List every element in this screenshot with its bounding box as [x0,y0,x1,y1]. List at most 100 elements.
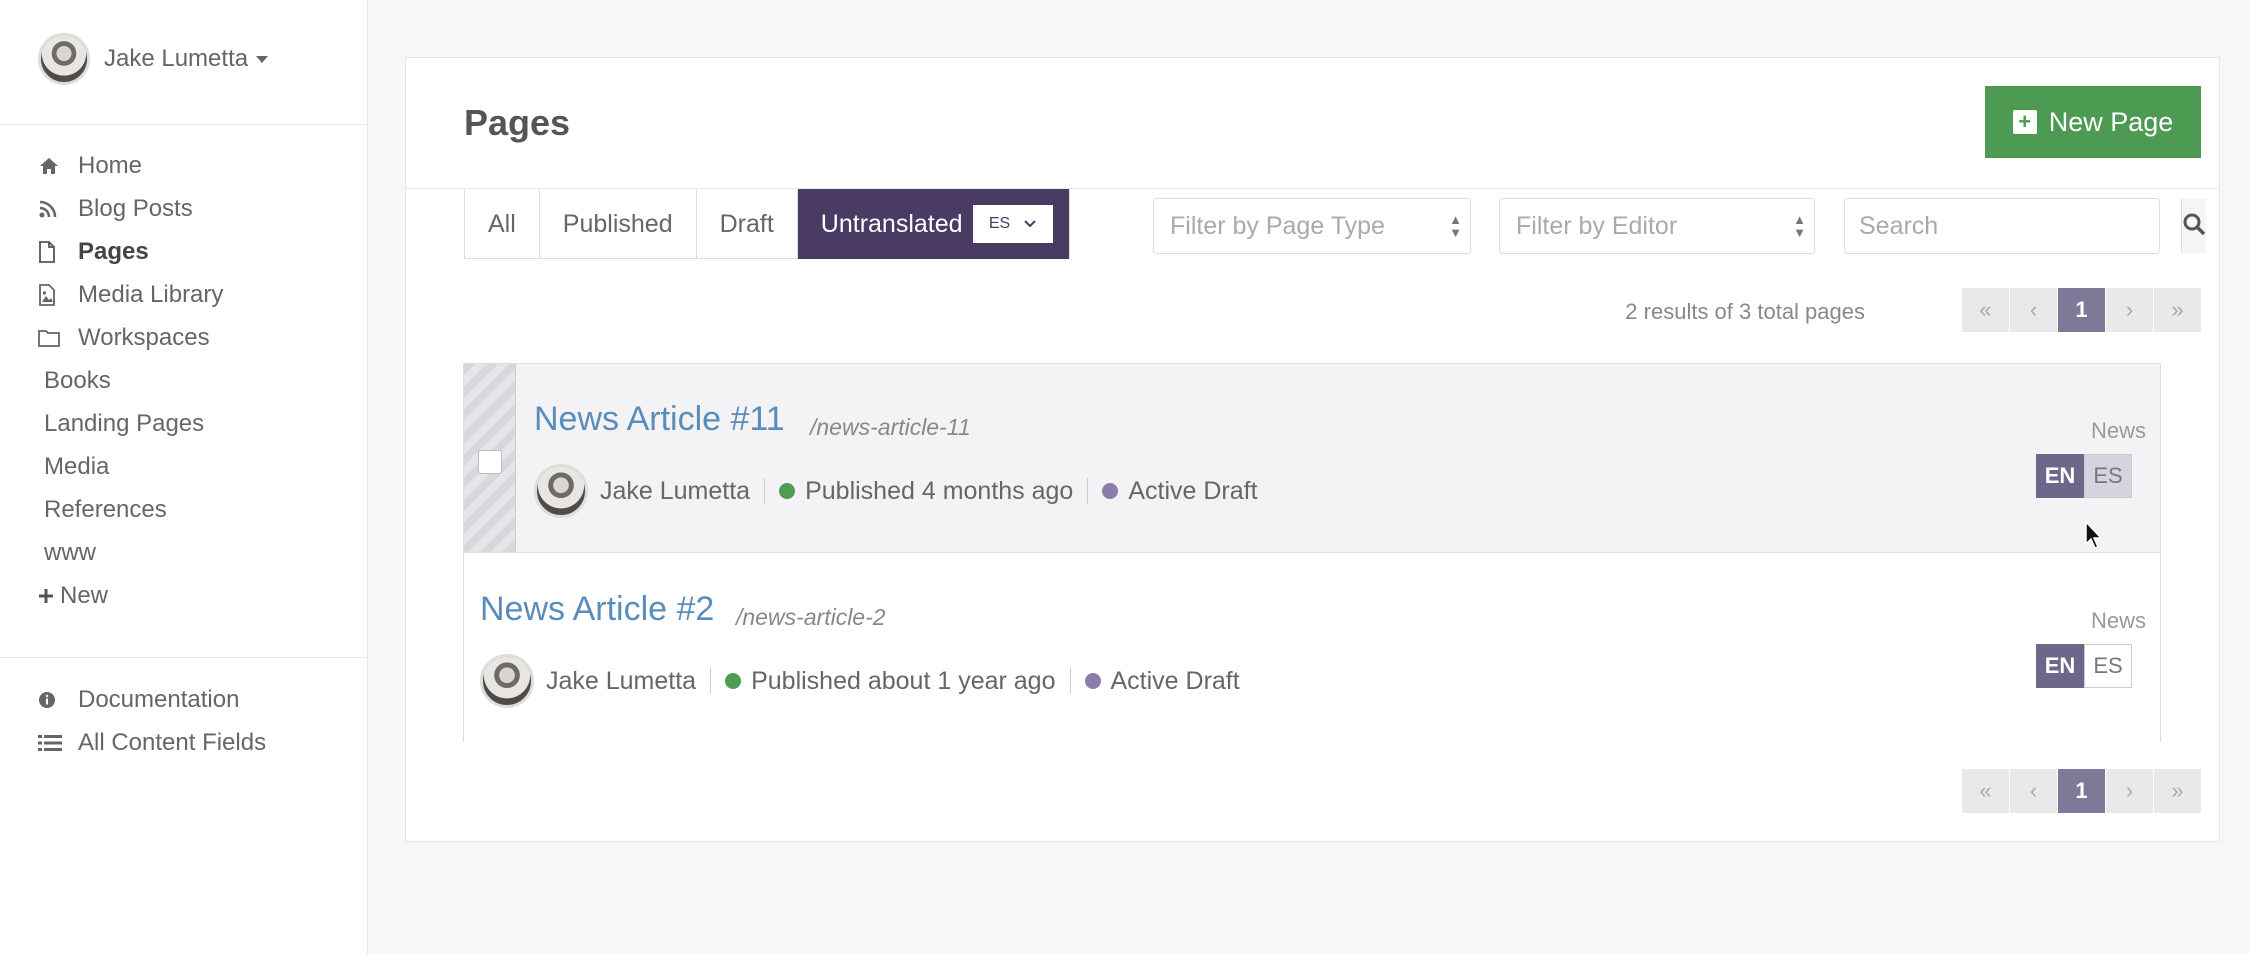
last-page-button[interactable]: » [2154,769,2201,813]
results-count: 2 results of 3 total pages [1625,299,1865,324]
search-button[interactable] [2181,199,2206,253]
list-item[interactable]: News Article #2 /news-article-2 Jake Lum… [464,554,2160,743]
tab-label: Draft [719,209,774,238]
updown-icon: ▲ ▼ [1449,212,1462,240]
home-icon [38,156,66,176]
divider [0,124,368,125]
nav-label: References [44,495,167,523]
nav-label: Workspaces [78,323,210,351]
select-value: Filter by Page Type [1170,211,1385,240]
avatar [480,654,534,708]
select-value: Filter by Editor [1516,211,1678,240]
nav-item-landing-pages[interactable]: Landing Pages [38,402,223,445]
nav-label: www [44,538,96,566]
sidebar: Jake Lumetta Home Blog Posts Pages Media… [0,0,368,954]
nav-item-workspaces[interactable]: Workspaces [38,316,223,359]
draft-status: Active Draft [1110,666,1240,695]
article-title-link[interactable]: News Article #2 [480,590,714,629]
user-menu[interactable]: Jake Lumetta [38,32,269,86]
nav-label: Landing Pages [44,409,205,437]
nav-item-new[interactable]: New [38,574,223,617]
footer-nav: Documentation All Content Fields [38,678,266,764]
nav-item-pages[interactable]: Pages [38,230,223,273]
language-value: ES [988,215,1011,232]
page-type-label: News [2090,418,2146,443]
draft-status-dot [1102,483,1119,499]
next-page-button[interactable]: › [2106,769,2153,813]
page-1-button[interactable]: 1 [2058,288,2105,332]
next-page-button[interactable]: › [2106,288,2153,332]
lang-es-button[interactable]: ES [2084,644,2132,688]
lang-en-button[interactable]: EN [2036,454,2084,498]
lang-en-button[interactable]: EN [2036,644,2084,688]
language-buttons: EN ES [2036,644,2132,688]
file-icon [38,240,66,263]
chevron-down-icon [1024,215,1036,233]
divider [710,668,712,694]
divider [764,478,766,504]
tab-label: All [488,209,516,238]
prev-page-button[interactable]: ‹ [2010,769,2057,813]
first-page-button[interactable]: « [1962,288,2009,332]
nav-item-blog-posts[interactable]: Blog Posts [38,187,223,230]
nav-label: Media Library [78,280,224,308]
divider [1069,668,1071,694]
nav-item-books[interactable]: Books [38,359,223,402]
published-status: Published 4 months ago [805,476,1074,505]
article-title-link[interactable]: News Article #11 [534,400,785,439]
filter-editor-select[interactable]: Filter by Editor ▲ ▼ [1499,198,1815,254]
last-page-button[interactable]: » [2154,288,2201,332]
lang-es-button[interactable]: ES [2084,454,2132,498]
plus-icon [38,588,54,604]
mouse-cursor-icon [2085,520,2103,549]
language-select[interactable]: ES [972,205,1053,243]
filter-page-type-select[interactable]: Filter by Page Type ▲ ▼ [1153,198,1471,254]
page-type-label: News [2090,608,2146,633]
nav-item-www[interactable]: www [38,531,223,574]
avatar [38,33,90,85]
caret-down-icon [256,55,269,63]
nav-label: Books [44,366,111,394]
nav-label: Blog Posts [78,194,193,222]
first-page-button[interactable]: « [1962,769,2009,813]
row-checkbox[interactable] [478,450,502,474]
nav-label: All Content Fields [78,728,267,756]
search-input[interactable] [1845,199,2181,253]
prev-page-button[interactable]: ‹ [2010,288,2057,332]
tab-draft[interactable]: Draft [697,189,798,259]
new-page-button[interactable]: + New Page [1985,86,2201,158]
folder-icon [38,329,66,347]
pagination-top: « ‹ 1 › » [1961,288,2201,332]
draft-status-dot [1084,673,1101,689]
nav-label: Home [78,151,143,179]
article-meta: Jake Lumetta Published 4 months ago Acti… [534,464,1258,518]
pages-panel: Pages + New Page All Published Draft Unt… [405,57,2220,842]
tab-all[interactable]: All [465,189,540,259]
nav-label: Documentation [78,685,240,713]
nav-label: New [60,581,109,609]
nav-item-documentation[interactable]: Documentation [38,678,266,721]
user-name: Jake Lumetta [104,45,249,72]
image-icon [38,283,66,306]
author-name: Jake Lumetta [600,476,751,505]
nav-item-home[interactable]: Home [38,144,223,187]
author-name: Jake Lumetta [546,666,697,695]
nav-label: Pages [78,237,149,265]
nav-item-all-content-fields[interactable]: All Content Fields [38,721,266,764]
nav-label: Media [44,452,110,480]
nav-item-references[interactable]: References [38,488,223,531]
tab-label: Untranslated [820,209,963,238]
published-status: Published about 1 year ago [751,666,1056,695]
primary-nav: Home Blog Posts Pages Media Library Work… [38,144,223,617]
tab-published[interactable]: Published [540,189,697,259]
page-title: Pages [464,102,571,143]
search-icon [2182,212,2206,241]
article-slug: /news-article-11 [810,414,971,440]
nav-item-media-library[interactable]: Media Library [38,273,223,316]
list-item[interactable]: News Article #11 /news-article-11 Jake L… [464,364,2160,553]
nav-item-media[interactable]: Media [38,445,223,488]
tab-untranslated[interactable]: Untranslated ES [797,189,1070,259]
plus-square-icon: + [2012,110,2037,134]
published-status-dot [725,673,742,689]
page-1-button[interactable]: 1 [2058,769,2105,813]
